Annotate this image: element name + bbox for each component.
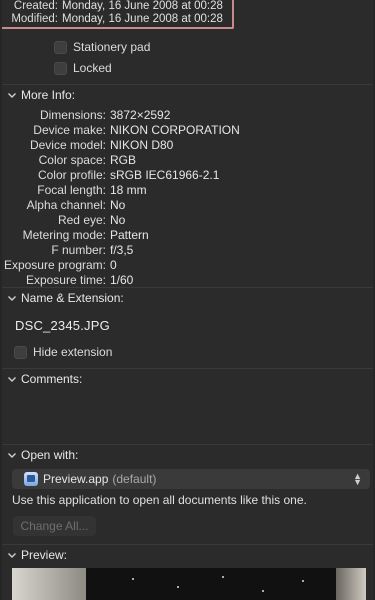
stationery-pad-option[interactable]: Stationery pad	[54, 39, 150, 55]
chevron-down-icon[interactable]	[6, 449, 18, 461]
info-value: Pattern	[110, 228, 149, 242]
chevron-down-icon[interactable]	[6, 373, 18, 385]
info-row: Dimensions: 3872×2592	[2, 108, 373, 123]
more-info-table: Dimensions: 3872×2592 Device make: NIKON C…	[2, 108, 373, 288]
preview-light	[132, 578, 134, 580]
info-value: 3872×2592	[110, 108, 171, 122]
info-panel: Created: Monday, 16 June 2008 at 00:28 M…	[2, 0, 373, 600]
filename-field[interactable]: DSC_2345.JPG	[15, 318, 110, 333]
info-key: Dimensions:	[39, 108, 106, 122]
info-key: Focal length:	[37, 183, 106, 197]
name-extension-section: Name & Extension:	[2, 287, 373, 308]
open-with-select[interactable]: Preview.app (default) ▲ ▼	[12, 469, 370, 489]
info-row: Color profile: sRGB IEC61966-2.1	[2, 168, 373, 183]
app-default-label: (default)	[112, 472, 157, 486]
chevron-down-icon[interactable]	[6, 292, 18, 304]
info-row: Red eye: No	[2, 213, 373, 228]
change-all-button[interactable]: Change All...	[13, 516, 96, 536]
info-key: Exposure time:	[25, 273, 106, 287]
info-row: Exposure program: 0	[2, 258, 373, 273]
info-key: Device make:	[33, 123, 106, 137]
info-value: NIKON CORPORATION	[110, 123, 240, 137]
name-extension-title: Name & Extension:	[21, 291, 124, 305]
info-value: sRGB IEC61966-2.1	[110, 168, 220, 182]
info-value: No	[110, 198, 126, 212]
more-info-title: More Info:	[21, 88, 76, 102]
preview-section: Preview:	[2, 544, 373, 565]
comments-section: Comments:	[2, 368, 373, 389]
highlight-annotation	[2, 0, 234, 29]
open-with-section: Open with:	[2, 444, 373, 465]
preview-light	[177, 586, 179, 588]
open-with-title: Open with:	[21, 448, 79, 462]
info-row: Metering mode: Pattern	[2, 228, 373, 243]
locked-option[interactable]: Locked	[54, 60, 112, 76]
name-extension-header[interactable]: Name & Extension:	[2, 288, 373, 308]
open-with-header[interactable]: Open with:	[2, 445, 373, 465]
chevron-down-icon[interactable]	[6, 89, 18, 101]
info-value: 0	[110, 258, 117, 272]
info-row: Alpha channel: No	[2, 198, 373, 213]
info-value: RGB	[110, 153, 137, 167]
info-row: Exposure time: 1/60	[2, 273, 373, 288]
info-key: Device model:	[29, 138, 106, 152]
comments-header[interactable]: Comments:	[2, 369, 373, 389]
preview-image-left	[12, 568, 86, 600]
comments-title: Comments:	[21, 372, 83, 386]
info-key: F number:	[51, 243, 106, 257]
info-value: NIKON D80	[110, 138, 174, 152]
stationery-pad-label: Stationery pad	[73, 40, 151, 54]
chevron-down-icon[interactable]	[6, 549, 18, 561]
stationery-pad-checkbox[interactable]	[54, 40, 67, 54]
preview-light	[262, 590, 264, 592]
info-key: Alpha channel:	[26, 198, 106, 212]
info-key: Red eye:	[57, 213, 106, 227]
info-row: Focal length: 18 mm	[2, 183, 373, 198]
info-key: Color profile:	[37, 168, 106, 182]
hide-extension-label: Hide extension	[33, 345, 113, 359]
up-down-arrows-icon: ▲ ▼	[353, 471, 362, 487]
info-value: No	[110, 213, 126, 227]
info-key: Metering mode:	[22, 228, 106, 242]
preview-image-right	[336, 568, 366, 600]
info-value: f/3,5	[110, 243, 134, 257]
preview-header[interactable]: Preview:	[2, 545, 373, 565]
app-name: Preview.app	[43, 472, 109, 486]
preview-title: Preview:	[21, 548, 68, 562]
locked-label: Locked	[73, 61, 112, 75]
info-key: Exposure program:	[3, 258, 106, 272]
info-key: Color space:	[38, 153, 106, 167]
info-value: 18 mm	[110, 183, 147, 197]
info-row: Device model: NIKON D80	[2, 138, 373, 153]
hide-extension-option[interactable]: Hide extension	[14, 344, 112, 360]
info-row: Device make: NIKON CORPORATION	[2, 123, 373, 138]
info-row: Color space: RGB	[2, 153, 373, 168]
info-value: 1/60	[110, 273, 134, 287]
preview-light	[222, 576, 224, 578]
info-row: F number: f/3,5	[2, 243, 373, 258]
preview-image	[12, 568, 366, 600]
open-with-description: Use this application to open all documen…	[12, 493, 307, 507]
preview-app-icon	[24, 472, 38, 486]
more-info-section: More Info:	[2, 84, 373, 105]
locked-checkbox[interactable]	[54, 61, 67, 75]
hide-extension-checkbox[interactable]	[14, 345, 27, 359]
more-info-header[interactable]: More Info:	[2, 85, 373, 105]
preview-light	[302, 580, 304, 582]
